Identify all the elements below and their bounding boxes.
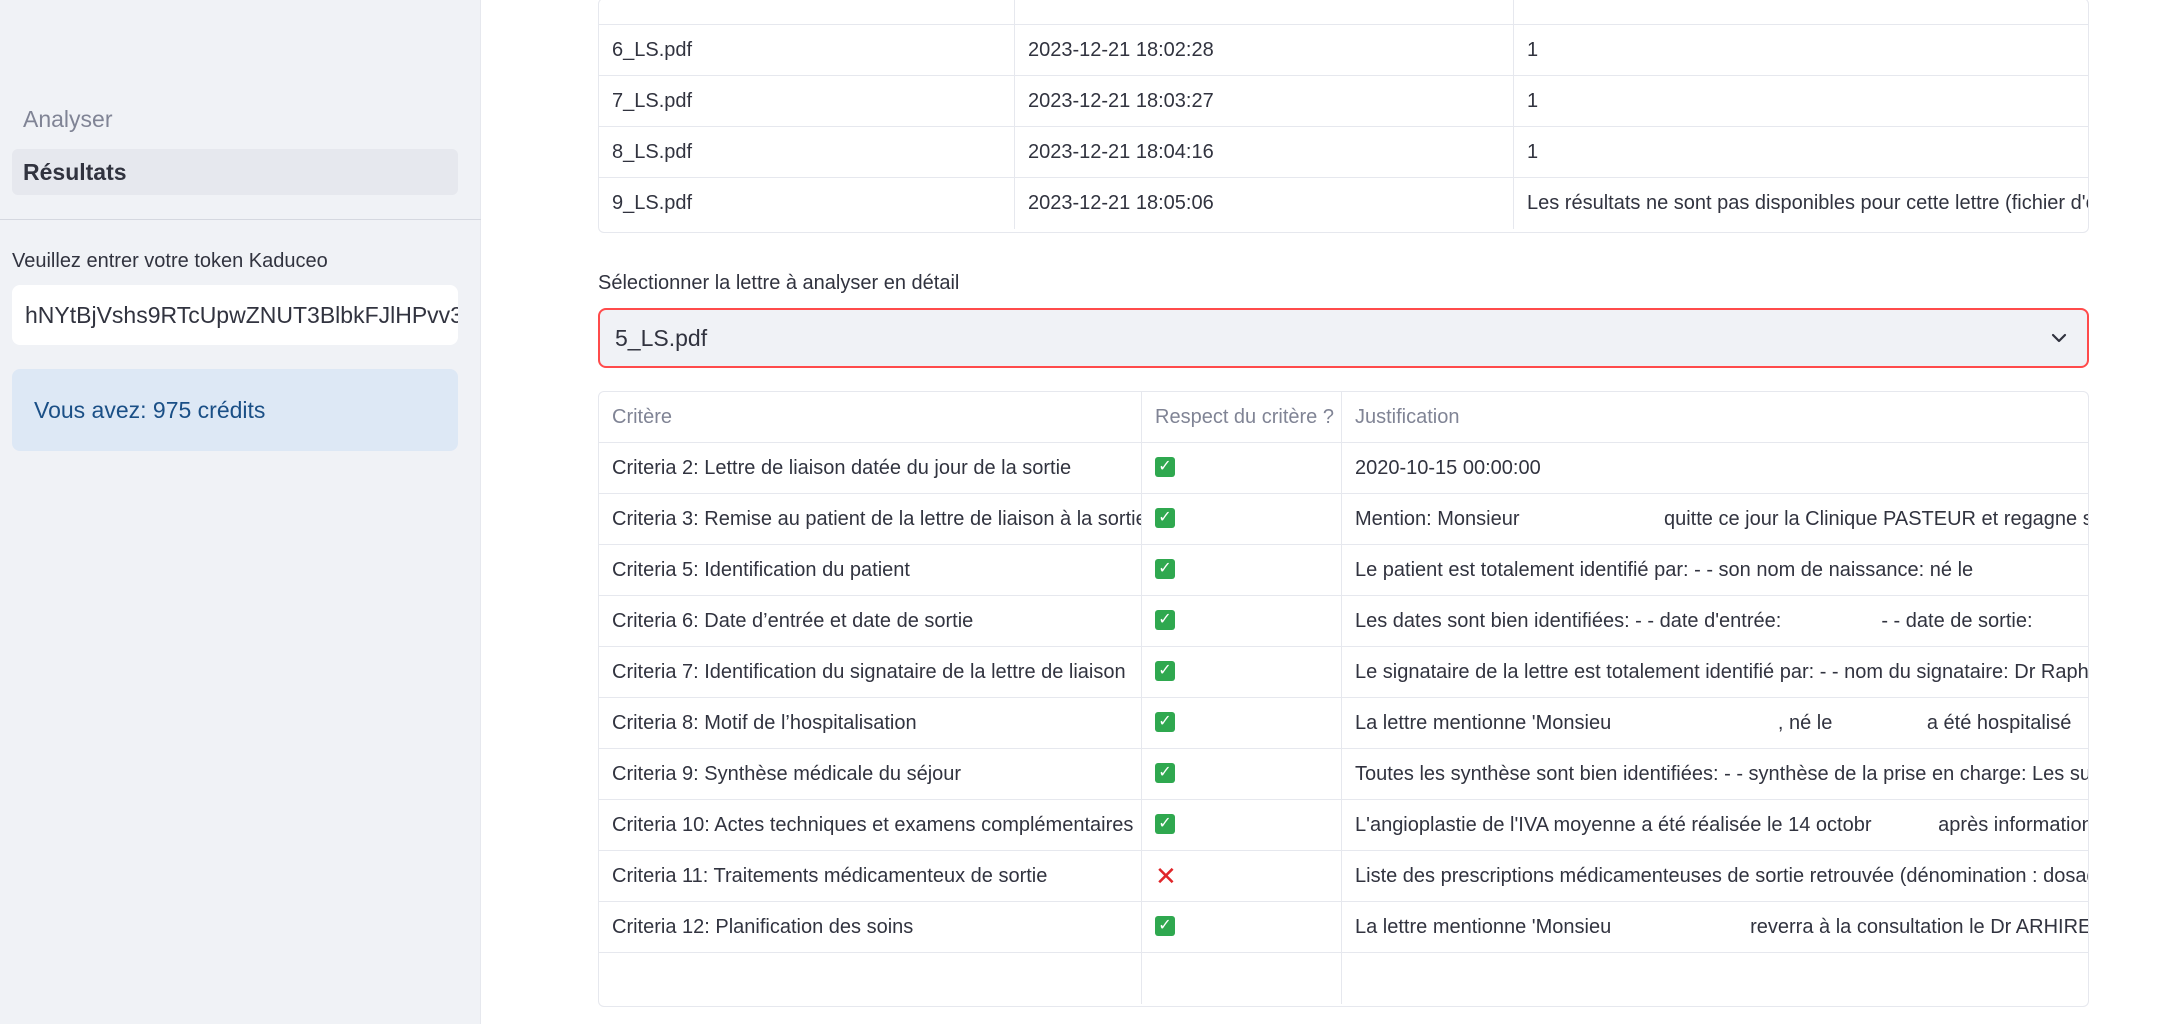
criterion-cell: Criteria 5: Identification du patient [599,545,1142,596]
criterion-cell: Criteria 8: Motif de l’hospitalisation [599,698,1142,749]
table-row[interactable]: Criteria 10: Actes techniques et examens… [599,800,2088,851]
table-cell [1514,0,2088,25]
check-mark-icon: ✓ [1155,457,1175,478]
respect-cell: ✓ [1142,749,1342,800]
token-label: Veuillez entrer votre token Kaduceo [12,250,328,272]
justification-cell: La lettre mentionne 'Monsieu reverra à l… [1355,916,2089,938]
criterion-cell: Criteria 7: Identification du signataire… [599,647,1142,698]
file-name-cell: 9_LS.pdf [599,178,1015,229]
respect-cell: ✕ [1142,851,1342,902]
respect-cell: ✓ [1142,443,1342,494]
table-row[interactable] [599,953,2088,1004]
criterion-cell [599,953,1142,1004]
check-mark-icon: ✓ [1155,610,1175,631]
justification-cell: 2020-10-15 00:00:00 [1355,457,1541,479]
header-respect[interactable]: Respect du critère ? [1142,392,1342,443]
result-cell: 1 [1527,90,1539,112]
date-cell: 2023-12-21 18:03:27 [1015,76,1514,127]
file-name-cell: 8_LS.pdf [599,127,1015,178]
check-mark-icon: ✓ [1155,916,1175,937]
table-row[interactable]: Criteria 3: Remise au patient de la lett… [599,494,2088,545]
respect-cell: ✓ [1142,647,1342,698]
check-mark-icon: ✓ [1155,661,1175,682]
cross-mark-icon: ✕ [1155,861,1177,891]
result-cell: 1 [1527,141,1539,163]
criterion-cell: Criteria 11: Traitements médicamenteux d… [599,851,1142,902]
justification-cell: Le signataire de la lettre est totalemen… [1355,661,2089,683]
header-justification[interactable]: Justification [1342,392,2088,443]
table-row[interactable]: 9_LS.pdf 2023-12-21 18:05:06 Les résulta… [599,178,2088,229]
respect-cell: ✓ [1142,596,1342,647]
date-cell: 2023-12-21 18:02:28 [1015,25,1514,76]
result-cell: 1 [1527,39,1539,61]
file-name-cell: 7_LS.pdf [599,76,1015,127]
respect-cell: ✓ [1142,545,1342,596]
justification-cell: Liste des prescriptions médicamenteuses … [1355,865,2089,887]
respect-cell [1142,953,1342,1004]
letter-select[interactable]: 5_LS.pdf [598,308,2089,368]
justification-cell: Toutes les synthèse sont bien identifiée… [1355,763,2089,785]
files-table: 6_LS.pdf 2023-12-21 18:02:28 1 7_LS.pdf … [598,0,2089,233]
check-mark-icon: ✓ [1155,508,1175,529]
select-value: 5_LS.pdf [615,325,708,351]
criterion-cell: Criteria 12: Planification des soins [599,902,1142,953]
respect-cell: ✓ [1142,698,1342,749]
table-row[interactable]: Criteria 5: Identification du patient ✓ Le… [599,545,2088,596]
respect-cell: ✓ [1142,902,1342,953]
table-row[interactable]: 6_LS.pdf 2023-12-21 18:02:28 1 [599,25,2088,76]
table-row[interactable]: Criteria 9: Synthèse médicale du séjour ✓… [599,749,2088,800]
token-input[interactable]: hNYtBjVshs9RTcUpwZNUT3BlbkFJlHPvv3zE [12,285,458,345]
table-cell [599,0,1015,25]
justification-cell: Mention: Monsieur quitte ce jour la Clin… [1355,508,2089,530]
table-row [599,0,2088,25]
justification-cell [1342,953,2088,1004]
main-content: 6_LS.pdf 2023-12-21 18:02:28 1 7_LS.pdf … [481,0,2159,1024]
nav-item-resultats[interactable]: Résultats [12,149,458,195]
respect-cell: ✓ [1142,800,1342,851]
table-row[interactable]: Criteria 6: Date d’entrée et date de sor… [599,596,2088,647]
result-cell: Les résultats ne sont pas disponibles po… [1527,192,2089,214]
justification-cell: Les dates sont bien identifiées: - - dat… [1355,610,2033,632]
check-mark-icon: ✓ [1155,814,1175,835]
criterion-cell: Criteria 9: Synthèse médicale du séjour [599,749,1142,800]
file-name-cell: 6_LS.pdf [599,25,1015,76]
sidebar: Analyser Résultats Veuillez entrer votre… [0,0,481,1024]
nav-item-analyser[interactable]: Analyser [12,96,458,142]
justification-cell: Le patient est totalement identifié par:… [1355,559,1974,581]
select-label: Sélectionner la lettre à analyser en dét… [598,272,960,294]
date-cell: 2023-12-21 18:05:06 [1015,178,1514,229]
credits-info-box: Vous avez: 975 crédits [12,369,458,451]
justification-cell: L'angioplastie de l'IVA moyenne a été ré… [1355,814,2089,836]
table-cell [1015,0,1514,25]
header-critere[interactable]: Critère [599,392,1142,443]
table-row[interactable]: Criteria 11: Traitements médicamenteux d… [599,851,2088,902]
criterion-cell: Criteria 10: Actes techniques et examens… [599,800,1142,851]
table-row[interactable]: Criteria 8: Motif de l’hospitalisation ✓ L… [599,698,2088,749]
criterion-cell: Criteria 3: Remise au patient de la lett… [599,494,1142,545]
table-row[interactable]: 7_LS.pdf 2023-12-21 18:03:27 1 [599,76,2088,127]
justification-cell: La lettre mentionne 'Monsieu , né le a é… [1355,712,2072,734]
check-mark-icon: ✓ [1155,763,1175,784]
table-row[interactable]: 8_LS.pdf 2023-12-21 18:04:16 1 [599,127,2088,178]
table-row[interactable]: Criteria 2: Lettre de liaison datée du j… [599,443,2088,494]
check-mark-icon: ✓ [1155,559,1175,580]
criteria-table: Critère Respect du critère ? Justificati… [598,391,2089,1007]
table-row[interactable]: Criteria 12: Planification des soins ✓ La … [599,902,2088,953]
criterion-cell: Criteria 2: Lettre de liaison datée du j… [599,443,1142,494]
table-row[interactable]: Criteria 7: Identification du signataire… [599,647,2088,698]
table-header-row: Critère Respect du critère ? Justificati… [599,392,2088,443]
chevron-down-icon[interactable] [2049,328,2069,348]
date-cell: 2023-12-21 18:04:16 [1015,127,1514,178]
respect-cell: ✓ [1142,494,1342,545]
criterion-cell: Criteria 6: Date d’entrée et date de sor… [599,596,1142,647]
check-mark-icon: ✓ [1155,712,1175,733]
sidebar-divider [0,219,481,220]
